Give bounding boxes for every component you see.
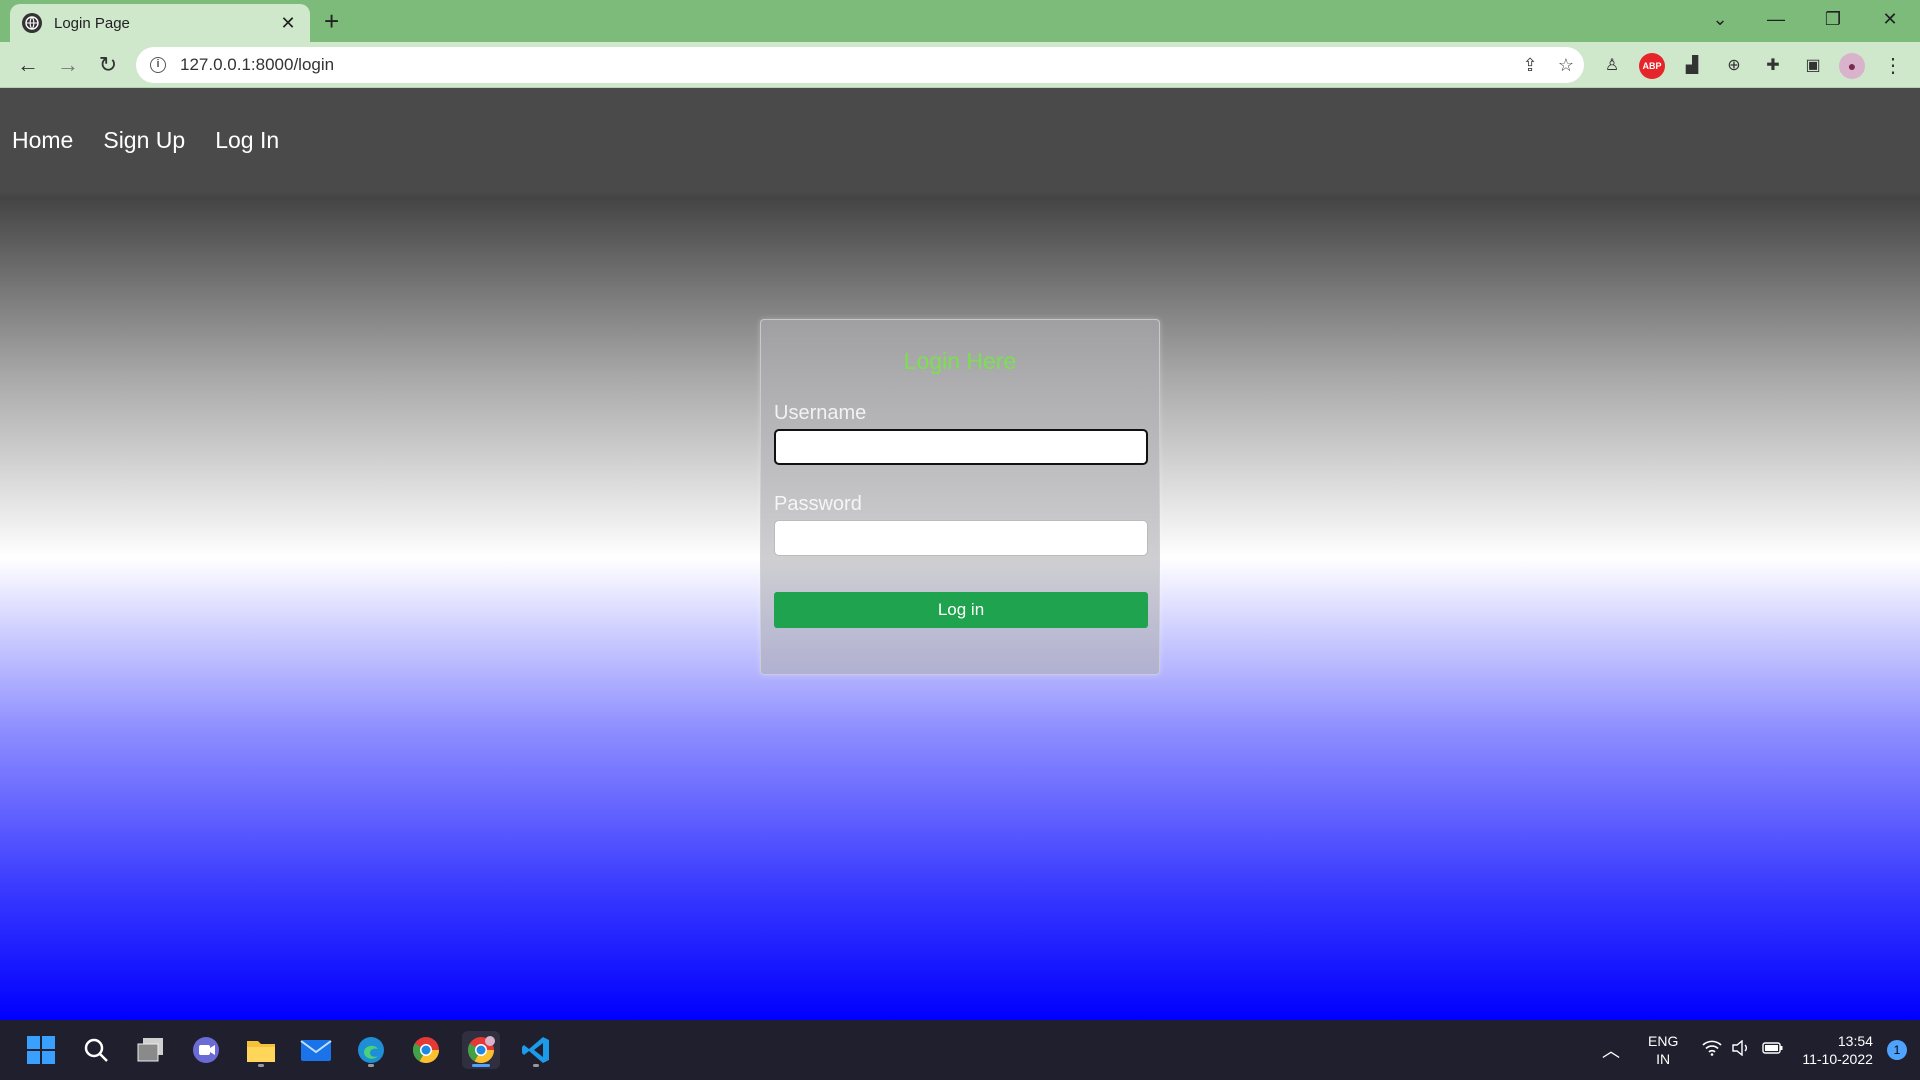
password-input[interactable] — [774, 520, 1148, 556]
extension-avatar-icon[interactable]: ♙ — [1599, 53, 1625, 79]
file-explorer-icon[interactable] — [242, 1031, 280, 1069]
back-button[interactable]: ← — [14, 51, 42, 79]
site-info-icon[interactable]: i — [150, 57, 166, 73]
minimize-button[interactable]: — — [1756, 4, 1796, 34]
volume-icon[interactable] — [1732, 1039, 1750, 1061]
login-title: Login Here — [903, 348, 1017, 374]
language-code: ENG — [1648, 1033, 1679, 1049]
login-button[interactable]: Log in — [774, 592, 1148, 628]
puzzle-icon[interactable]: ✚ — [1760, 53, 1786, 79]
chrome-profile-icon[interactable] — [462, 1031, 500, 1069]
extension-chart-icon[interactable]: ▟ — [1679, 53, 1705, 79]
login-card: Login Here Username Password Log in — [760, 319, 1160, 675]
browser-tab[interactable]: Login Page ✕ — [10, 4, 310, 42]
chrome-icon[interactable] — [407, 1031, 445, 1069]
windows-start-icon[interactable] — [22, 1031, 60, 1069]
forward-button[interactable]: → — [54, 51, 82, 79]
clock-date: 11-10-2022 — [1802, 1051, 1873, 1067]
tab-title: Login Page — [54, 14, 130, 32]
globe-icon — [22, 13, 42, 33]
task-view-icon[interactable] — [132, 1031, 170, 1069]
chevron-up-icon[interactable]: ︿ — [1602, 1037, 1620, 1063]
reload-button[interactable]: ↻ — [94, 51, 122, 79]
username-input[interactable] — [774, 429, 1148, 465]
url-text[interactable]: 127.0.0.1:8000/login — [180, 55, 1512, 75]
windows-taskbar: ︿ ENG IN 13:54 11-10-2022 1 — [0, 1020, 1920, 1080]
tab-search-chevron-icon[interactable]: ⌄ — [1700, 4, 1740, 34]
profile-avatar[interactable]: ● — [1839, 53, 1865, 79]
search-icon[interactable] — [77, 1031, 115, 1069]
clock-time: 13:54 — [1837, 1033, 1873, 1049]
password-label: Password — [774, 493, 862, 515]
system-tray: ︿ ENG IN 13:54 11-10-2022 1 — [1602, 1020, 1907, 1080]
sidepanel-icon[interactable]: ▣ — [1800, 53, 1826, 79]
language-indicator[interactable]: ENG IN — [1648, 1032, 1678, 1068]
notification-badge[interactable]: 1 — [1886, 1040, 1907, 1060]
nav-home-link[interactable]: Home — [12, 127, 73, 154]
battery-icon[interactable] — [1762, 1041, 1784, 1060]
new-tab-button[interactable]: + — [324, 8, 339, 34]
clock[interactable]: 13:54 11-10-2022 — [1802, 1032, 1873, 1068]
username-label: Username — [774, 402, 867, 424]
nav-signup-link[interactable]: Sign Up — [103, 127, 185, 154]
browser-toolbar: ← → ↻ i 127.0.0.1:8000/login ⇪ ☆ ♙ ABP ▟… — [0, 42, 1920, 88]
page-content: Home Sign Up Log In Login Here Username … — [0, 88, 1920, 1020]
extension-globe-icon[interactable]: ⊕ — [1721, 53, 1747, 79]
site-navbar: Home Sign Up Log In — [0, 88, 1920, 192]
close-tab-icon[interactable]: ✕ — [278, 13, 298, 34]
share-icon[interactable]: ⇪ — [1512, 55, 1548, 76]
browser-tab-bar: Login Page ✕ + ⌄ — ❐ ✕ — [0, 0, 1920, 42]
teams-icon[interactable] — [187, 1031, 225, 1069]
mail-icon[interactable] — [297, 1031, 335, 1069]
address-bar[interactable]: i 127.0.0.1:8000/login ⇪ ☆ — [136, 47, 1584, 83]
nav-login-link[interactable]: Log In — [215, 127, 279, 154]
wifi-icon[interactable] — [1702, 1040, 1722, 1061]
language-region: IN — [1656, 1051, 1671, 1067]
restore-button[interactable]: ❐ — [1813, 4, 1853, 34]
adblock-icon[interactable]: ABP — [1639, 53, 1665, 79]
vscode-icon[interactable] — [517, 1031, 555, 1069]
menu-icon[interactable]: ⋮ — [1880, 53, 1906, 79]
close-window-button[interactable]: ✕ — [1870, 4, 1910, 34]
edge-icon[interactable] — [352, 1031, 390, 1069]
bookmark-star-icon[interactable]: ☆ — [1548, 55, 1584, 76]
